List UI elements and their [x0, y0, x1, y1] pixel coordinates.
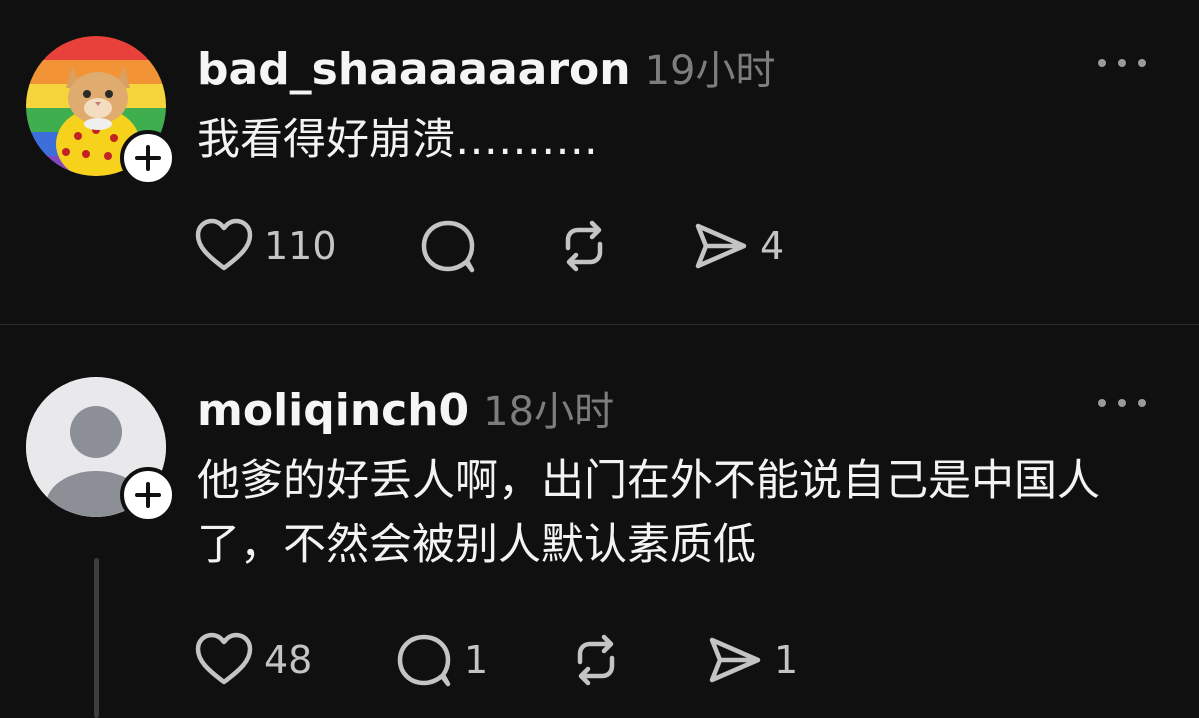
- send-paper-plane-icon: [695, 223, 747, 269]
- username[interactable]: moliqinch0: [197, 385, 469, 436]
- post-time: 19小时: [644, 48, 776, 94]
- more-dots-icon[interactable]: [1098, 393, 1146, 413]
- heart-icon: [195, 632, 253, 685]
- like-button[interactable]: 110: [194, 214, 337, 278]
- thread-line: [94, 558, 99, 718]
- share-count: 4: [760, 224, 785, 268]
- share-button[interactable]: 4: [690, 214, 784, 278]
- post-time: 18小时: [483, 389, 615, 435]
- post-header: moliqinch0 18小时: [197, 379, 614, 437]
- username[interactable]: bad_shaaaaaaron: [197, 44, 631, 95]
- repost-arrows-icon: [565, 220, 603, 272]
- heart-icon: [195, 218, 253, 271]
- like-count: 110: [264, 224, 337, 268]
- share-count: 1: [774, 638, 799, 682]
- comment-bubble-icon: [421, 220, 475, 273]
- thread-post: bad_shaaaaaaron 19小时 我看得好崩溃………. 110 4: [0, 0, 1199, 324]
- send-paper-plane-icon: [709, 637, 761, 683]
- follow-button[interactable]: [120, 130, 176, 186]
- repost-arrows-icon: [577, 634, 615, 686]
- like-count: 48: [264, 638, 313, 682]
- plus-icon: [135, 482, 161, 508]
- comment-bubble-icon: [397, 634, 451, 687]
- reply-count: 1: [464, 638, 489, 682]
- reply-button[interactable]: 1: [394, 628, 488, 692]
- thread-post: moliqinch0 18小时 他爹的好丢人啊，出门在外不能说自己是中国人了，不…: [0, 325, 1199, 718]
- repost-button[interactable]: [554, 214, 614, 278]
- more-dots-icon[interactable]: [1098, 53, 1146, 73]
- post-header: bad_shaaaaaaron 19小时: [197, 38, 776, 96]
- repost-button[interactable]: [566, 628, 626, 692]
- plus-icon: [135, 145, 161, 171]
- follow-button[interactable]: [120, 467, 176, 523]
- post-text: 我看得好崩溃……….: [197, 115, 598, 165]
- like-button[interactable]: 48: [194, 628, 312, 692]
- post-text: 他爹的好丢人啊，出门在外不能说自己是中国人了，不然会被别人默认素质低: [197, 456, 1100, 570]
- reply-button[interactable]: [418, 214, 488, 278]
- share-button[interactable]: 1: [704, 628, 798, 692]
